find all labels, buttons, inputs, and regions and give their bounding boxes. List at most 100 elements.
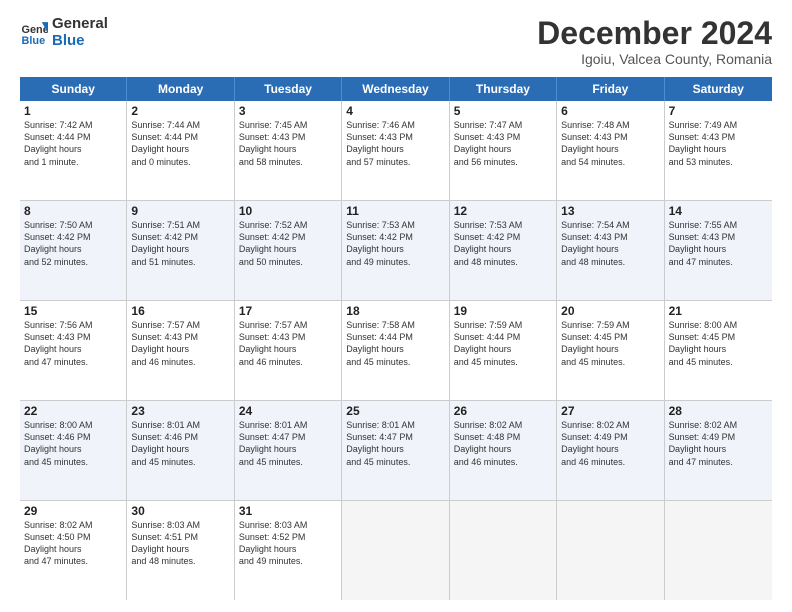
calendar-row-1: 1 Sunrise: 7:42 AMSunset: 4:44 PMDayligh…	[20, 101, 772, 201]
day-info: Sunrise: 7:57 AMSunset: 4:43 PMDaylight …	[239, 320, 308, 366]
logo-general: General	[52, 16, 108, 33]
day-header-wednesday: Wednesday	[342, 77, 449, 101]
day-info: Sunrise: 8:00 AMSunset: 4:45 PMDaylight …	[669, 320, 738, 366]
day-info: Sunrise: 7:51 AMSunset: 4:42 PMDaylight …	[131, 220, 200, 266]
empty-cell-4-3	[342, 501, 449, 600]
day-info: Sunrise: 7:58 AMSunset: 4:44 PMDaylight …	[346, 320, 415, 366]
day-cell-26: 26 Sunrise: 8:02 AMSunset: 4:48 PMDaylig…	[450, 401, 557, 500]
day-number: 26	[454, 404, 552, 418]
day-info: Sunrise: 7:46 AMSunset: 4:43 PMDaylight …	[346, 120, 415, 166]
day-number: 12	[454, 204, 552, 218]
day-header-friday: Friday	[557, 77, 664, 101]
calendar-row-4: 22 Sunrise: 8:00 AMSunset: 4:46 PMDaylig…	[20, 401, 772, 501]
calendar-row-2: 8 Sunrise: 7:50 AMSunset: 4:42 PMDayligh…	[20, 201, 772, 301]
empty-cell-4-6	[665, 501, 772, 600]
day-info: Sunrise: 8:02 AMSunset: 4:49 PMDaylight …	[561, 420, 630, 466]
day-info: Sunrise: 7:52 AMSunset: 4:42 PMDaylight …	[239, 220, 308, 266]
day-info: Sunrise: 8:01 AMSunset: 4:47 PMDaylight …	[239, 420, 308, 466]
day-cell-16: 16 Sunrise: 7:57 AMSunset: 4:43 PMDaylig…	[127, 301, 234, 400]
day-cell-7: 7 Sunrise: 7:49 AMSunset: 4:43 PMDayligh…	[665, 101, 772, 200]
day-cell-27: 27 Sunrise: 8:02 AMSunset: 4:49 PMDaylig…	[557, 401, 664, 500]
main-title: December 2024	[537, 16, 772, 51]
day-info: Sunrise: 8:02 AMSunset: 4:49 PMDaylight …	[669, 420, 738, 466]
day-info: Sunrise: 8:01 AMSunset: 4:47 PMDaylight …	[346, 420, 415, 466]
svg-text:Blue: Blue	[22, 34, 46, 46]
day-number: 16	[131, 304, 229, 318]
day-cell-15: 15 Sunrise: 7:56 AMSunset: 4:43 PMDaylig…	[20, 301, 127, 400]
day-number: 9	[131, 204, 229, 218]
day-info: Sunrise: 8:00 AMSunset: 4:46 PMDaylight …	[24, 420, 93, 466]
day-info: Sunrise: 7:47 AMSunset: 4:43 PMDaylight …	[454, 120, 523, 166]
day-number: 14	[669, 204, 768, 218]
day-number: 6	[561, 104, 659, 118]
day-info: Sunrise: 7:45 AMSunset: 4:43 PMDaylight …	[239, 120, 308, 166]
day-cell-31: 31 Sunrise: 8:03 AMSunset: 4:52 PMDaylig…	[235, 501, 342, 600]
day-number: 29	[24, 504, 122, 518]
day-number: 25	[346, 404, 444, 418]
subtitle: Igoiu, Valcea County, Romania	[537, 51, 772, 67]
empty-cell-4-4	[450, 501, 557, 600]
calendar-header: SundayMondayTuesdayWednesdayThursdayFrid…	[20, 77, 772, 101]
logo: General Blue General Blue	[20, 16, 108, 49]
day-header-monday: Monday	[127, 77, 234, 101]
day-info: Sunrise: 8:03 AMSunset: 4:51 PMDaylight …	[131, 520, 200, 566]
day-cell-29: 29 Sunrise: 8:02 AMSunset: 4:50 PMDaylig…	[20, 501, 127, 600]
day-info: Sunrise: 7:56 AMSunset: 4:43 PMDaylight …	[24, 320, 93, 366]
title-block: December 2024 Igoiu, Valcea County, Roma…	[537, 16, 772, 67]
day-info: Sunrise: 7:44 AMSunset: 4:44 PMDaylight …	[131, 120, 200, 166]
day-number: 8	[24, 204, 122, 218]
day-info: Sunrise: 8:02 AMSunset: 4:48 PMDaylight …	[454, 420, 523, 466]
day-cell-3: 3 Sunrise: 7:45 AMSunset: 4:43 PMDayligh…	[235, 101, 342, 200]
day-cell-9: 9 Sunrise: 7:51 AMSunset: 4:42 PMDayligh…	[127, 201, 234, 300]
day-cell-8: 8 Sunrise: 7:50 AMSunset: 4:42 PMDayligh…	[20, 201, 127, 300]
day-info: Sunrise: 7:42 AMSunset: 4:44 PMDaylight …	[24, 120, 93, 166]
day-info: Sunrise: 7:55 AMSunset: 4:43 PMDaylight …	[669, 220, 738, 266]
day-cell-12: 12 Sunrise: 7:53 AMSunset: 4:42 PMDaylig…	[450, 201, 557, 300]
day-number: 24	[239, 404, 337, 418]
day-info: Sunrise: 7:48 AMSunset: 4:43 PMDaylight …	[561, 120, 630, 166]
empty-cell-4-5	[557, 501, 664, 600]
day-header-tuesday: Tuesday	[235, 77, 342, 101]
day-info: Sunrise: 7:54 AMSunset: 4:43 PMDaylight …	[561, 220, 630, 266]
day-number: 28	[669, 404, 768, 418]
page: General Blue General Blue December 2024 …	[0, 0, 792, 612]
day-number: 1	[24, 104, 122, 118]
day-cell-22: 22 Sunrise: 8:00 AMSunset: 4:46 PMDaylig…	[20, 401, 127, 500]
calendar-body: 1 Sunrise: 7:42 AMSunset: 4:44 PMDayligh…	[20, 101, 772, 600]
calendar-row-3: 15 Sunrise: 7:56 AMSunset: 4:43 PMDaylig…	[20, 301, 772, 401]
day-info: Sunrise: 7:59 AMSunset: 4:45 PMDaylight …	[561, 320, 630, 366]
day-info: Sunrise: 7:57 AMSunset: 4:43 PMDaylight …	[131, 320, 200, 366]
day-info: Sunrise: 7:49 AMSunset: 4:43 PMDaylight …	[669, 120, 738, 166]
day-number: 30	[131, 504, 229, 518]
day-cell-19: 19 Sunrise: 7:59 AMSunset: 4:44 PMDaylig…	[450, 301, 557, 400]
day-cell-4: 4 Sunrise: 7:46 AMSunset: 4:43 PMDayligh…	[342, 101, 449, 200]
day-number: 10	[239, 204, 337, 218]
day-cell-21: 21 Sunrise: 8:00 AMSunset: 4:45 PMDaylig…	[665, 301, 772, 400]
day-number: 19	[454, 304, 552, 318]
day-cell-14: 14 Sunrise: 7:55 AMSunset: 4:43 PMDaylig…	[665, 201, 772, 300]
day-number: 13	[561, 204, 659, 218]
day-info: Sunrise: 7:53 AMSunset: 4:42 PMDaylight …	[346, 220, 415, 266]
day-info: Sunrise: 8:02 AMSunset: 4:50 PMDaylight …	[24, 520, 93, 566]
day-header-sunday: Sunday	[20, 77, 127, 101]
day-info: Sunrise: 7:53 AMSunset: 4:42 PMDaylight …	[454, 220, 523, 266]
day-header-thursday: Thursday	[450, 77, 557, 101]
day-cell-25: 25 Sunrise: 8:01 AMSunset: 4:47 PMDaylig…	[342, 401, 449, 500]
day-cell-2: 2 Sunrise: 7:44 AMSunset: 4:44 PMDayligh…	[127, 101, 234, 200]
day-info: Sunrise: 7:50 AMSunset: 4:42 PMDaylight …	[24, 220, 93, 266]
day-cell-20: 20 Sunrise: 7:59 AMSunset: 4:45 PMDaylig…	[557, 301, 664, 400]
day-number: 11	[346, 204, 444, 218]
day-number: 7	[669, 104, 768, 118]
day-cell-17: 17 Sunrise: 7:57 AMSunset: 4:43 PMDaylig…	[235, 301, 342, 400]
day-cell-13: 13 Sunrise: 7:54 AMSunset: 4:43 PMDaylig…	[557, 201, 664, 300]
day-cell-1: 1 Sunrise: 7:42 AMSunset: 4:44 PMDayligh…	[20, 101, 127, 200]
day-number: 15	[24, 304, 122, 318]
day-number: 3	[239, 104, 337, 118]
day-cell-11: 11 Sunrise: 7:53 AMSunset: 4:42 PMDaylig…	[342, 201, 449, 300]
day-header-saturday: Saturday	[665, 77, 772, 101]
logo-icon: General Blue	[20, 19, 48, 47]
day-number: 5	[454, 104, 552, 118]
day-cell-30: 30 Sunrise: 8:03 AMSunset: 4:51 PMDaylig…	[127, 501, 234, 600]
day-number: 4	[346, 104, 444, 118]
day-info: Sunrise: 8:03 AMSunset: 4:52 PMDaylight …	[239, 520, 308, 566]
